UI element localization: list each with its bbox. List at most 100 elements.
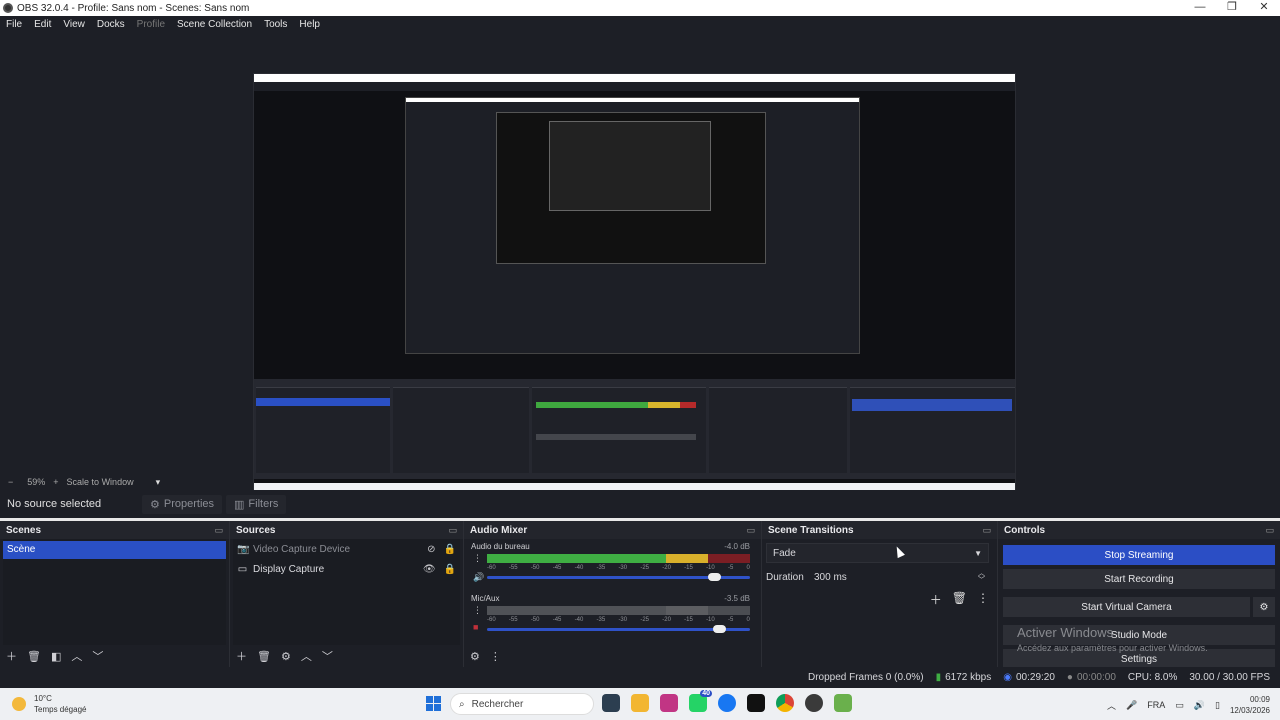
volume-icon[interactable]: 🔊	[1194, 700, 1205, 711]
muted-mic-icon[interactable]: ■	[473, 622, 478, 632]
start-recording-button[interactable]: Start Recording	[1003, 569, 1275, 589]
tiktok-icon[interactable]	[747, 694, 765, 712]
preview-nested-docks	[254, 379, 1015, 479]
menu-file[interactable]: File	[0, 19, 28, 30]
menu-docks[interactable]: Docks	[91, 19, 131, 30]
sources-toolbar: ＋ 🗑 ⚙ ︿ ﹀	[230, 645, 463, 667]
transitions-header: Scene Transitions ▭	[762, 521, 997, 539]
properties-button[interactable]: ⚙ Properties	[142, 494, 223, 514]
trash-icon[interactable]: 🗑	[257, 650, 271, 663]
scenes-title: Scenes	[6, 524, 42, 536]
spin-arrows-icon[interactable]: ︿ ﹀	[978, 570, 985, 584]
chevron-up-icon[interactable]: ︿	[1107, 699, 1116, 712]
add-source-icon[interactable]: ＋	[236, 648, 247, 664]
menu-profile[interactable]: Profile	[131, 19, 171, 30]
whatsapp-icon[interactable]: 40	[689, 690, 712, 712]
status-bar: Dropped Frames 0 (0.0%) ▮ 6172 kbps ◉ 00:2…	[0, 667, 1280, 688]
zoom-out-button[interactable]: −	[8, 477, 13, 487]
menu-help[interactable]: Help	[293, 19, 326, 30]
trash-icon[interactable]: 🗑	[27, 650, 41, 663]
start-virtual-camera-button[interactable]: Start Virtual Camera	[1003, 597, 1250, 617]
weather-temp: 10°C	[34, 694, 52, 703]
scene-item[interactable]: Scène	[3, 541, 226, 559]
add-scene-icon[interactable]: ＋	[6, 648, 17, 664]
minimize-button[interactable]: —	[1184, 0, 1216, 16]
source-item[interactable]: 📷 Video Capture Device ⊘ 🔒	[233, 539, 460, 559]
source-item[interactable]: ▭ Display Capture 👁 🔒	[233, 559, 460, 579]
volume-slider-knob[interactable]	[713, 625, 727, 633]
kebab-menu-icon[interactable]: ⋮	[977, 591, 989, 608]
microphone-icon[interactable]: 🎤	[1126, 700, 1137, 711]
dock-float-icon[interactable]: ▭	[1265, 525, 1274, 536]
weather-desc: Temps dégagé	[34, 705, 87, 714]
kebab-menu-icon[interactable]: ⋮	[490, 650, 501, 663]
zoom-in-button[interactable]: +	[53, 477, 58, 487]
menu-edit[interactable]: Edit	[28, 19, 57, 30]
watermark-subtitle: Accédez aux paramètres pour activer Wind…	[1017, 643, 1208, 653]
filter-icon[interactable]: ◧	[51, 650, 61, 663]
source-name: Display Capture	[253, 563, 325, 575]
lock-icon[interactable]: 🔒	[444, 544, 456, 555]
chevron-down-icon[interactable]: ▾	[156, 477, 161, 488]
chrome-icon[interactable]	[776, 694, 794, 712]
chevron-down-icon[interactable]: ﹀	[92, 648, 103, 664]
filters-button[interactable]: ▥ Filters	[226, 494, 287, 514]
clock[interactable]: 00:09 12/03/2026	[1230, 694, 1270, 716]
mixer-title: Audio Mixer	[470, 524, 528, 536]
facebook-icon[interactable]	[718, 694, 736, 712]
gear-icon[interactable]: ⚙	[281, 650, 291, 663]
dock-float-icon[interactable]: ▭	[448, 525, 457, 536]
duration-input[interactable]: 300 ms ︿ ﹀	[808, 567, 989, 587]
obs-taskbar-icon[interactable]	[805, 694, 823, 712]
trash-icon[interactable]: 🗑	[952, 591, 967, 608]
weather-widget[interactable]: 10°C Temps dégagé	[12, 693, 86, 715]
volume-slider[interactable]	[487, 625, 750, 633]
chevron-up-icon[interactable]: ︿	[71, 648, 82, 664]
preview-area[interactable]	[0, 33, 1280, 502]
windows-start-icon[interactable]	[426, 696, 441, 711]
monitor-icon: ▭	[237, 563, 248, 575]
stop-streaming-button[interactable]: Stop Streaming	[1003, 545, 1275, 565]
battery-icon[interactable]: ▯	[1215, 700, 1220, 711]
maximize-button[interactable]: ❐	[1216, 0, 1248, 16]
dock-float-icon[interactable]: ▭	[214, 525, 223, 536]
dock-float-icon[interactable]: ▭	[982, 525, 991, 536]
speaker-icon[interactable]: 🔊	[473, 572, 484, 583]
volume-slider[interactable]	[487, 573, 750, 581]
broadcast-icon: ◉	[1003, 672, 1012, 683]
instagram-icon[interactable]	[660, 694, 678, 712]
close-button[interactable]: ✕	[1248, 0, 1280, 16]
gear-icon[interactable]: ⚙	[1253, 597, 1275, 617]
chevron-down-icon[interactable]: ﹀	[322, 648, 333, 664]
preview-nested-stream-button	[852, 399, 1012, 411]
menu-tools[interactable]: Tools	[258, 19, 293, 30]
volume-slider-knob[interactable]	[707, 573, 721, 581]
scale-mode-select[interactable]: Scale to Window	[67, 477, 134, 487]
task-view-icon[interactable]	[602, 694, 620, 712]
lock-icon[interactable]: 🔒	[444, 564, 456, 575]
taskbar-search[interactable]: ⌕ Rechercher	[450, 693, 594, 715]
scenes-dock: Scenes ▭ Scène ＋ 🗑 ◧ ︿ ﹀	[0, 521, 230, 667]
file-explorer-icon[interactable]	[631, 694, 649, 712]
program-preview[interactable]	[253, 73, 1016, 502]
dock-float-icon[interactable]: ▭	[746, 525, 755, 536]
eye-icon[interactable]: 👁	[423, 564, 436, 575]
menu-view[interactable]: View	[57, 19, 91, 30]
transition-select[interactable]: Fade ▼	[766, 543, 989, 563]
preview-nested-titlebar	[254, 74, 1015, 82]
eye-hidden-icon[interactable]: ⊘	[427, 544, 435, 555]
mixer-channels: Audio du bureau -4.0 dB ⋮ -60 -55 -50 -45 -4…	[467, 539, 758, 645]
chevron-up-icon[interactable]: ︿	[301, 648, 312, 664]
network-icon[interactable]: ▭	[1175, 700, 1184, 711]
app-icon[interactable]	[834, 694, 852, 712]
audio-mixer-dock: Audio Mixer ▭ Audio du bureau -4.0 dB ⋮ …	[464, 521, 762, 667]
meter-ticks: -60 -55 -50 -45 -40 -35 -30 -25 -20 -15 -10 -5 0	[487, 565, 750, 571]
controls-buttons: Stop Streaming Start Recording Start Vir…	[1003, 541, 1275, 673]
activation-watermark: Activer Windows Accédez aux paramètres p…	[1017, 625, 1208, 653]
kebab-menu-icon[interactable]: ⋮	[473, 605, 482, 616]
menu-scene-collection[interactable]: Scene Collection	[171, 19, 258, 30]
advanced-audio-icon[interactable]: ⚙	[470, 650, 480, 663]
add-transition-icon[interactable]: ＋	[930, 591, 942, 608]
kebab-menu-icon[interactable]: ⋮	[473, 553, 482, 564]
language-indicator[interactable]: FRA	[1147, 700, 1165, 710]
